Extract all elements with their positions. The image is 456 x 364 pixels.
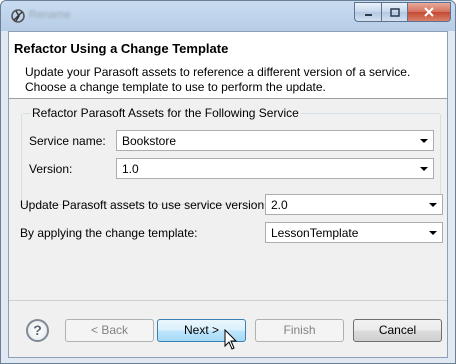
update-version-combo[interactable]: 2.0	[265, 194, 443, 215]
app-icon	[11, 9, 25, 23]
caption-buttons	[354, 2, 451, 22]
service-name-label: Service name:	[29, 134, 106, 148]
update-version-label: Update Parasoft assets to use service ve…	[20, 198, 268, 212]
minimize-button[interactable]	[354, 2, 382, 22]
back-button[interactable]: < Back	[65, 319, 154, 342]
chevron-down-icon	[420, 139, 428, 143]
maximize-button[interactable]	[382, 2, 408, 22]
version-label: Version:	[29, 162, 73, 176]
window-title: Rename	[29, 9, 71, 21]
service-name-combo[interactable]: Bookstore	[116, 130, 434, 151]
close-icon	[424, 7, 434, 17]
maximize-icon	[389, 7, 400, 17]
change-template-value: LessonTemplate	[271, 226, 359, 240]
title-bar[interactable]: Rename	[1, 1, 455, 31]
close-button[interactable]	[408, 2, 451, 22]
service-group: Refactor Parasoft Assets for the Followi…	[21, 106, 441, 205]
version-value: 1.0	[122, 162, 139, 176]
change-template-label: By applying the change template:	[20, 226, 198, 240]
dialog-window: Rename Refactor Using a Change Template …	[0, 0, 456, 364]
change-template-combo[interactable]: LessonTemplate	[265, 222, 443, 243]
mouse-cursor-icon	[224, 329, 238, 350]
dialog-body: Refactor Using a Change Template Update …	[8, 31, 448, 358]
wizard-banner: Refactor Using a Change Template Update …	[9, 32, 447, 99]
chevron-down-icon	[429, 203, 437, 207]
service-name-value: Bookstore	[122, 134, 177, 148]
group-title: Refactor Parasoft Assets for the Followi…	[30, 106, 301, 120]
version-combo[interactable]: 1.0	[116, 158, 434, 179]
chevron-down-icon	[420, 167, 428, 171]
finish-button[interactable]: Finish	[255, 319, 344, 342]
help-icon[interactable]: ?	[26, 319, 49, 342]
page-title: Refactor Using a Change Template	[14, 41, 229, 56]
chevron-down-icon	[429, 231, 437, 235]
cancel-button[interactable]: Cancel	[353, 319, 442, 342]
minimize-icon	[364, 13, 372, 16]
page-description: Update your Parasoft assets to reference…	[25, 65, 411, 94]
footer-separator	[9, 300, 447, 301]
update-version-value: 2.0	[271, 198, 288, 212]
